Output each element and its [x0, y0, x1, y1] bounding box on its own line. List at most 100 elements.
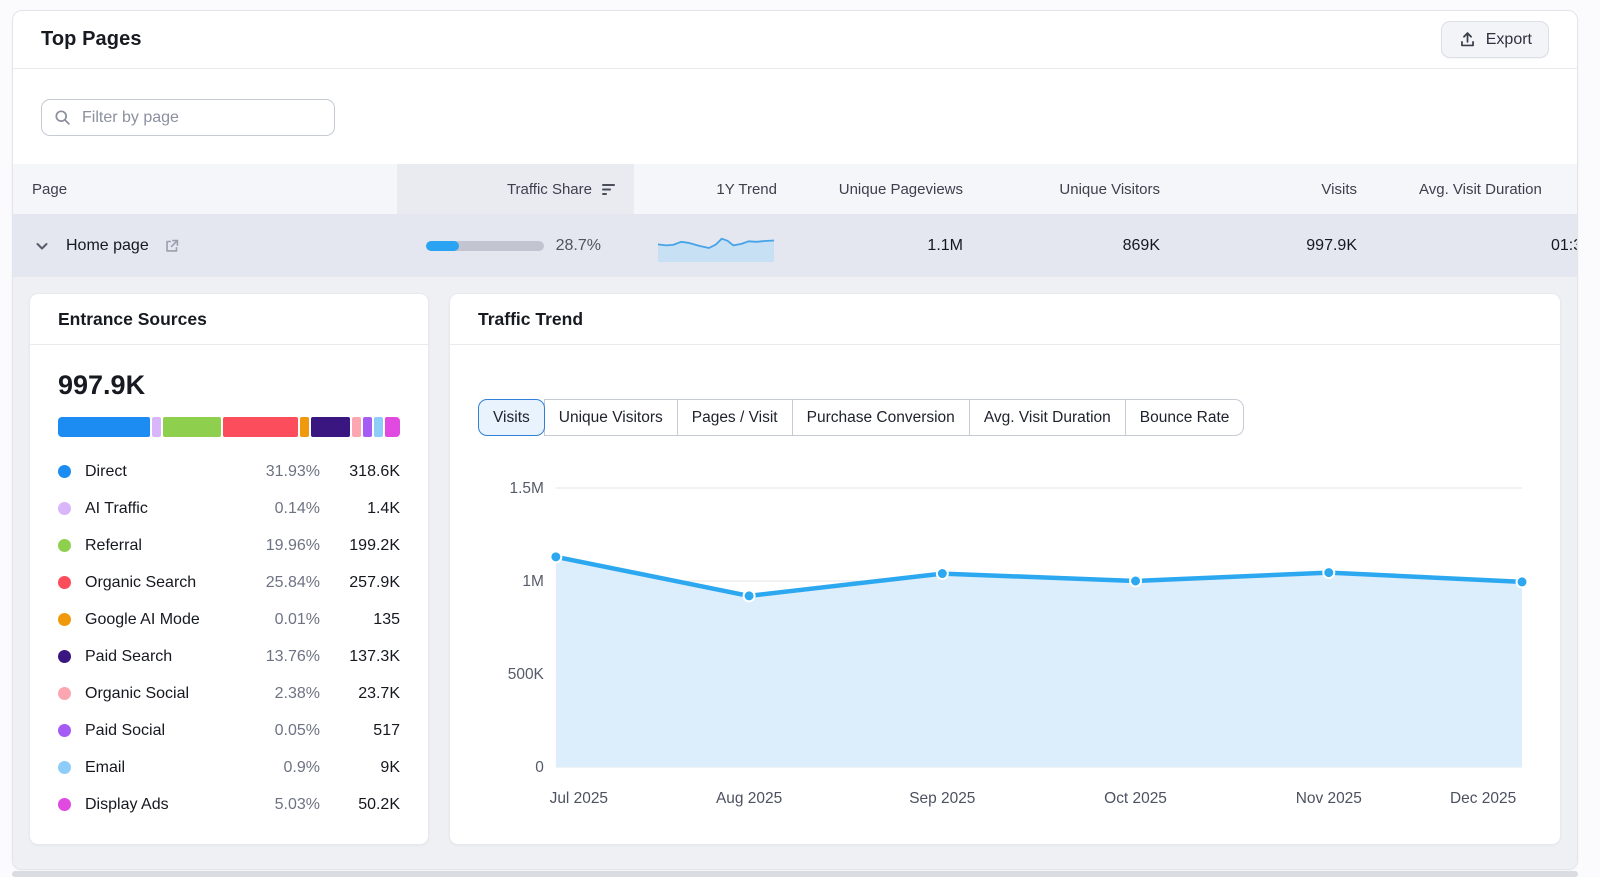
trend-sparkline: [658, 230, 774, 262]
legend-value: 135: [320, 611, 400, 629]
legend-label: Organic Social: [85, 685, 275, 703]
table-header-row: Page Traffic Share 1Y Trend Unique Pagev…: [13, 164, 1577, 214]
page-link[interactable]: Home page: [66, 237, 149, 255]
stacked-bar-segment-paid-social: [363, 417, 372, 437]
external-link-icon[interactable]: [163, 237, 181, 255]
legend-label: Email: [85, 759, 284, 777]
tab-bounce-rate[interactable]: Bounce Rate: [1125, 399, 1245, 436]
stacked-bar-segment-google-ai-mode: [300, 417, 309, 437]
legend-item-ai-traffic: AI Traffic0.14%1.4K: [58, 490, 400, 527]
legend-value: 1.4K: [320, 500, 400, 518]
legend-color-dot: [58, 650, 71, 663]
legend-color-dot: [58, 502, 71, 515]
export-icon: [1458, 30, 1477, 49]
legend-percent: 0.01%: [275, 611, 320, 629]
legend-percent: 0.14%: [275, 500, 320, 518]
stacked-bar-segment-email: [374, 417, 383, 437]
export-button[interactable]: Export: [1441, 21, 1549, 58]
tab-purchase-conversion[interactable]: Purchase Conversion: [792, 399, 970, 436]
legend-percent: 13.76%: [266, 648, 320, 666]
legend-color-dot: [58, 576, 71, 589]
svg-text:Aug 2025: Aug 2025: [716, 790, 782, 807]
legend-color-dot: [58, 798, 71, 811]
legend-color-dot: [58, 687, 71, 700]
legend-value: 257.9K: [320, 574, 400, 592]
legend-percent: 31.93%: [266, 463, 320, 481]
traffic-share-value: 28.7%: [556, 237, 601, 255]
legend-value: 137.3K: [320, 648, 400, 666]
column-header-avg-visit-duration[interactable]: Avg. Visit Duration: [1381, 164, 1577, 214]
legend-percent: 25.84%: [266, 574, 320, 592]
legend-item-display-ads: Display Ads5.03%50.2K: [58, 786, 400, 823]
entrance-sources-card: Entrance Sources 997.9K Direct31.93%318.…: [29, 293, 429, 845]
entrance-sources-stacked-bar: [58, 417, 400, 437]
svg-text:Jul 2025: Jul 2025: [550, 790, 608, 807]
traffic-trend-chart: 0500K1M1.5MJul 2025Aug 2025Sep 2025Oct 2…: [478, 442, 1532, 822]
column-header-unique-visitors[interactable]: Unique Visitors: [987, 164, 1184, 214]
legend-percent: 0.05%: [275, 722, 320, 740]
filter-input-wrapper[interactable]: [41, 99, 335, 136]
stacked-bar-segment-display-ads: [385, 417, 400, 437]
legend-label: AI Traffic: [85, 500, 275, 518]
legend-color-dot: [58, 465, 71, 478]
tab-pages-visit[interactable]: Pages / Visit: [677, 399, 793, 436]
stacked-bar-segment-organic-social: [352, 417, 361, 437]
column-header-traffic-share[interactable]: Traffic Share: [397, 164, 634, 214]
legend-percent: 5.03%: [275, 796, 320, 814]
tab-unique-visitors[interactable]: Unique Visitors: [544, 399, 678, 436]
tab-avg-visit-duration[interactable]: Avg. Visit Duration: [969, 399, 1126, 436]
legend-value: 9K: [320, 759, 400, 777]
widget-header: Top Pages Export: [13, 11, 1577, 69]
legend-percent: 19.96%: [266, 537, 320, 555]
stacked-bar-segment-referral: [163, 417, 221, 437]
column-header-1y-trend[interactable]: 1Y Trend: [634, 164, 797, 214]
stacked-bar-segment-ai-traffic: [152, 417, 161, 437]
filter-input[interactable]: [80, 108, 322, 128]
traffic-share-bar-fill: [426, 241, 460, 251]
unique-visitors-value: 869K: [987, 237, 1184, 255]
tab-visits[interactable]: Visits: [478, 399, 545, 436]
svg-text:1M: 1M: [522, 573, 543, 590]
legend-item-paid-search: Paid Search13.76%137.3K: [58, 638, 400, 675]
filter-row: [13, 69, 1577, 164]
column-header-visits[interactable]: Visits: [1184, 164, 1381, 214]
legend-item-paid-social: Paid Social0.05%517: [58, 712, 400, 749]
legend-item-google-ai-mode: Google AI Mode0.01%135: [58, 601, 400, 638]
legend-item-organic-search: Organic Search25.84%257.9K: [58, 564, 400, 601]
column-header-unique-pageviews[interactable]: Unique Pageviews: [797, 164, 987, 214]
entrance-sources-total: 997.9K: [58, 369, 400, 401]
traffic-share-bar: [426, 241, 544, 251]
column-header-page[interactable]: Page: [13, 164, 397, 214]
entrance-sources-title: Entrance Sources: [30, 294, 428, 345]
svg-text:1.5M: 1.5M: [510, 480, 544, 497]
legend-value: 50.2K: [320, 796, 400, 814]
avg-visit-duration-value: 01:31: [1381, 237, 1577, 255]
top-pages-widget: Top Pages Export Page Traffic Share: [12, 10, 1578, 870]
legend-value: 318.6K: [320, 463, 400, 481]
legend-value: 199.2K: [320, 537, 400, 555]
legend-color-dot: [58, 613, 71, 626]
svg-text:0: 0: [535, 759, 544, 776]
page-title: Top Pages: [41, 28, 142, 51]
legend-label: Organic Search: [85, 574, 266, 592]
bottom-divider: [12, 871, 1578, 877]
legend-value: 23.7K: [320, 685, 400, 703]
top-pages-table: Page Traffic Share 1Y Trend Unique Pagev…: [13, 164, 1577, 277]
unique-pageviews-value: 1.1M: [797, 237, 987, 255]
search-icon: [54, 109, 71, 126]
svg-text:Oct 2025: Oct 2025: [1104, 790, 1167, 807]
traffic-share-header-label: Traffic Share: [507, 181, 592, 198]
metric-tabs: VisitsUnique VisitorsPages / VisitPurcha…: [478, 399, 1532, 436]
chevron-down-icon[interactable]: [32, 236, 52, 256]
table-row-home-page[interactable]: Home page 28.7% 1.1M 869K 997.9K 01:31: [13, 214, 1577, 277]
legend-label: Paid Search: [85, 648, 266, 666]
legend-item-email: Email0.9%9K: [58, 749, 400, 786]
legend-percent: 0.9%: [284, 759, 320, 777]
entrance-sources-legend: Direct31.93%318.6KAI Traffic0.14%1.4KRef…: [58, 453, 400, 823]
stacked-bar-segment-paid-search: [311, 417, 351, 437]
stacked-bar-segment-direct: [58, 417, 150, 437]
stacked-bar-segment-organic-search: [223, 417, 298, 437]
svg-text:500K: 500K: [508, 666, 545, 683]
legend-label: Paid Social: [85, 722, 275, 740]
legend-item-referral: Referral19.96%199.2K: [58, 527, 400, 564]
